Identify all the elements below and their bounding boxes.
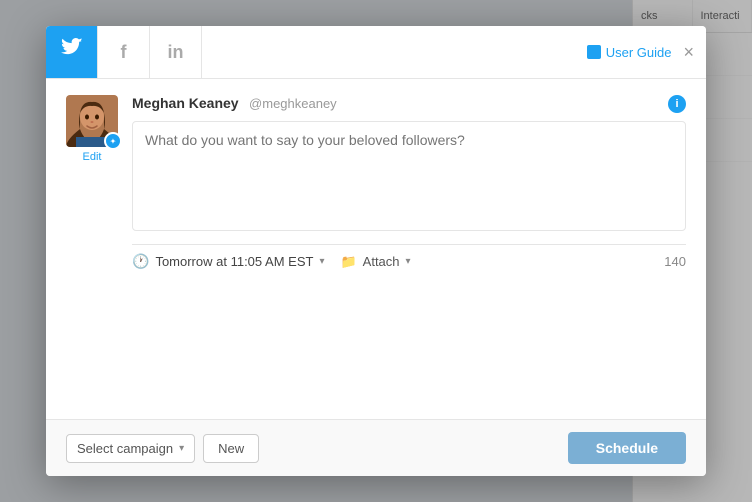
avatar-twitter-icon: ✦ — [110, 137, 117, 146]
modal-body: ✦ Edit Meghan Keaney @meghkeaney i — [46, 79, 706, 419]
compose-area: ✦ Edit Meghan Keaney @meghkeaney i — [66, 95, 686, 270]
user-guide-label: User Guide — [606, 45, 672, 60]
user-name-row: Meghan Keaney @meghkeaney — [132, 95, 337, 113]
edit-link[interactable]: Edit — [83, 151, 102, 163]
user-guide-button[interactable]: User Guide — [587, 45, 672, 60]
avatar-wrapper: ✦ — [66, 95, 118, 147]
tab-twitter[interactable] — [46, 26, 98, 78]
user-info: Meghan Keaney @meghkeaney i — [132, 95, 686, 113]
compose-right: Meghan Keaney @meghkeaney i 🕐 Tomorrow a… — [132, 95, 686, 270]
user-guide-icon — [587, 45, 601, 59]
attach-label: Attach — [363, 254, 400, 269]
modal-header: f in User Guide × — [46, 26, 706, 79]
tab-linkedin[interactable]: in — [150, 26, 202, 78]
close-button[interactable]: × — [683, 43, 694, 61]
campaign-select[interactable]: Select campaign ▾ — [66, 434, 195, 463]
campaign-select-label: Select campaign — [77, 441, 173, 456]
user-handle: @meghkeaney — [249, 96, 337, 111]
schedule-dropdown-arrow: ▾ — [319, 256, 324, 267]
schedule-time-button[interactable]: 🕐 Tomorrow at 11:05 AM EST ▾ — [132, 253, 324, 270]
new-campaign-button[interactable]: New — [203, 434, 259, 463]
avatar-twitter-badge: ✦ — [104, 132, 122, 150]
compose-modal: f in User Guide × — [46, 26, 706, 476]
tab-facebook[interactable]: f — [98, 26, 150, 78]
schedule-button[interactable]: Schedule — [568, 432, 686, 464]
modal-header-right: User Guide × — [587, 43, 706, 61]
avatar-column: ✦ Edit — [66, 95, 118, 270]
user-name: Meghan Keaney — [132, 95, 239, 111]
linkedin-icon: in — [168, 42, 184, 63]
footer-left: Select campaign ▾ New — [66, 434, 259, 463]
folder-icon: 📁 — [340, 254, 356, 270]
char-count: 140 — [664, 254, 686, 269]
tweet-textarea[interactable] — [132, 121, 686, 231]
schedule-time-text: Tomorrow at 11:05 AM EST — [155, 254, 313, 269]
info-icon-button[interactable]: i — [668, 95, 686, 113]
attach-button[interactable]: 📁 Attach ▾ — [340, 254, 410, 270]
modal-footer: Select campaign ▾ New Schedule — [46, 419, 706, 476]
tweet-toolbar: 🕐 Tomorrow at 11:05 AM EST ▾ 📁 Attach ▾ … — [132, 244, 686, 270]
info-icon-symbol: i — [675, 98, 678, 110]
facebook-icon: f — [121, 42, 127, 63]
clock-icon: 🕐 — [132, 253, 149, 270]
attach-dropdown-arrow: ▾ — [406, 256, 411, 267]
twitter-bird-icon — [61, 38, 83, 66]
campaign-dropdown-arrow: ▾ — [179, 443, 184, 454]
